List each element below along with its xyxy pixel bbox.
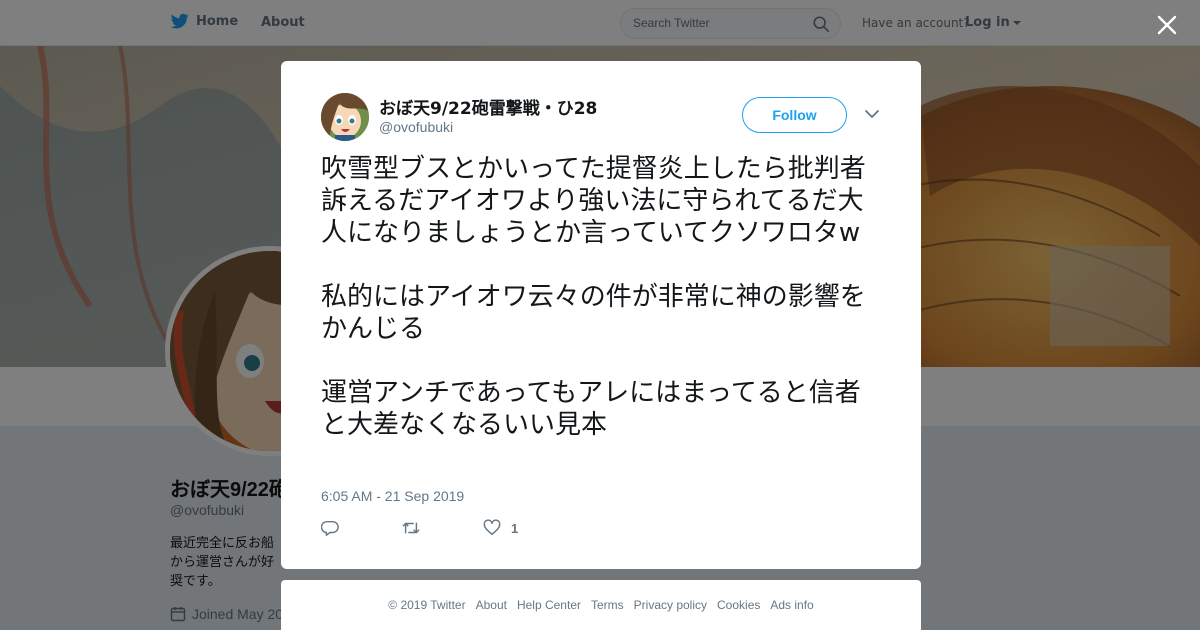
footer-link-cookies[interactable]: Cookies: [717, 598, 760, 612]
reply-button[interactable]: [321, 519, 339, 537]
footer-link-ads-info[interactable]: Ads info: [770, 598, 813, 612]
tweet-author-handle[interactable]: @ovofubuki: [379, 119, 453, 135]
chevron-down-icon[interactable]: [864, 108, 880, 120]
footer-link-terms[interactable]: Terms: [591, 598, 624, 612]
close-icon[interactable]: [1154, 12, 1180, 38]
tweet-text: 吹雪型ブスとかいってた提督炎上したら批判者訴えるだアイオワより強い法に守られてる…: [321, 153, 886, 441]
follow-button[interactable]: Follow: [742, 97, 847, 133]
reply-icon: [321, 520, 339, 536]
tweet-modal: おぼ天9/22砲雷撃戦・ひ28 @ovofubuki Follow 吹雪型ブスと…: [281, 61, 921, 569]
like-button[interactable]: 1: [483, 519, 518, 537]
tweet-paragraph: 吹雪型ブスとかいってた提督炎上したら批判者訴えるだアイオワより強い法に守られてる…: [321, 154, 866, 248]
author-avatar-artwork: [321, 93, 369, 141]
retweet-icon: [402, 522, 420, 534]
tweet-timestamp[interactable]: 6:05 AM - 21 Sep 2019: [321, 488, 464, 504]
retweet-button[interactable]: [401, 519, 421, 537]
tweet-author-avatar[interactable]: [321, 93, 369, 141]
footer: © 2019 Twitter About Help Center Terms P…: [281, 580, 921, 630]
tweet-paragraph: 私的にはアイオワ云々の件が非常に神の影響をかんじる: [321, 282, 866, 344]
footer-copyright: © 2019 Twitter: [388, 598, 466, 612]
like-count: 1: [511, 520, 519, 536]
footer-link-help-center[interactable]: Help Center: [517, 598, 581, 612]
tweet-author-name[interactable]: おぼ天9/22砲雷撃戦・ひ28: [379, 94, 597, 119]
tweet-paragraph: 運営アンチであってもアレにはまってると信者と大差なくなるいい見本: [321, 378, 861, 440]
heart-icon: [483, 519, 501, 536]
tweet-actions: 1: [321, 519, 518, 537]
footer-link-privacy[interactable]: Privacy policy: [634, 598, 707, 612]
footer-link-about[interactable]: About: [476, 598, 507, 612]
